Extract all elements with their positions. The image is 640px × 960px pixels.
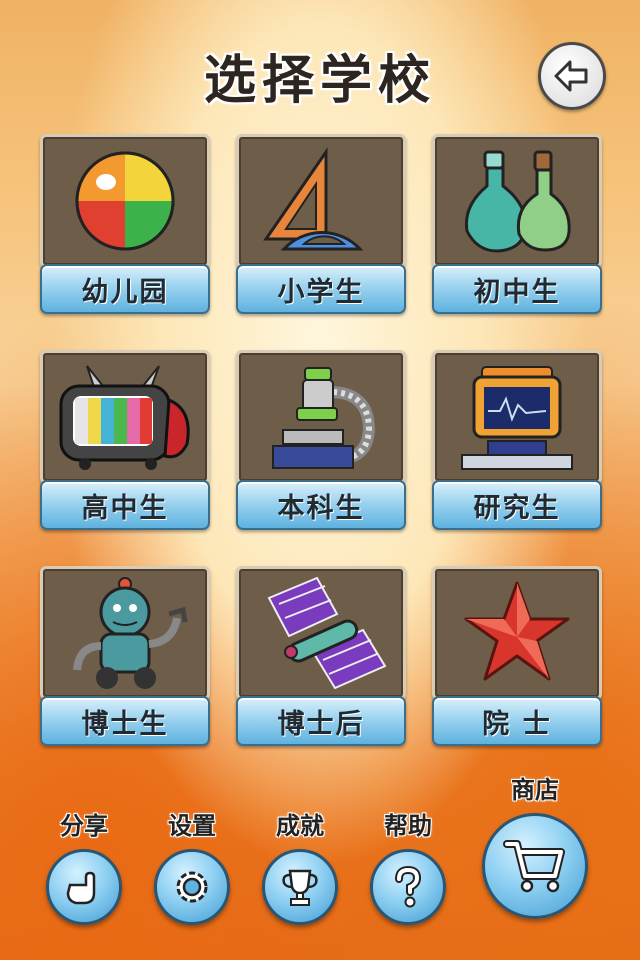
shopping-cart-icon xyxy=(503,840,565,893)
school-card-kindergarten[interactable]: 幼儿园 xyxy=(40,134,210,320)
senior-high-image xyxy=(40,350,210,484)
satellite-icon xyxy=(267,576,387,690)
shop-label: 商店 xyxy=(511,776,559,804)
school-label: 幼儿园 xyxy=(40,264,210,314)
undergraduate-image xyxy=(236,350,406,484)
computer-icon xyxy=(461,366,573,470)
school-card-senior-high[interactable]: 高中生 xyxy=(40,350,210,536)
shop-button[interactable] xyxy=(482,813,588,919)
junior-high-image xyxy=(432,134,602,268)
school-label: 院 士 xyxy=(432,696,602,746)
school-card-doctoral[interactable]: 博士生 xyxy=(40,566,210,752)
help-button[interactable] xyxy=(370,849,446,925)
achievements-label: 成就 xyxy=(276,812,324,840)
settings-label: 设置 xyxy=(168,812,216,840)
share-button[interactable] xyxy=(46,849,122,925)
school-card-undergraduate[interactable]: 本科生 xyxy=(236,350,406,536)
share-label: 分享 xyxy=(60,812,108,840)
school-card-primary[interactable]: 小学生 xyxy=(236,134,406,320)
school-label: 高中生 xyxy=(40,480,210,530)
school-card-junior-high[interactable]: 初中生 xyxy=(432,134,602,320)
television-icon xyxy=(59,364,190,470)
academician-image xyxy=(432,566,602,700)
red-star-icon xyxy=(464,581,570,681)
doctoral-image xyxy=(40,566,210,700)
school-card-graduate[interactable]: 研究生 xyxy=(432,350,602,536)
school-card-academician[interactable]: 院 士 xyxy=(432,566,602,752)
shop-item: 商店 xyxy=(480,770,590,919)
achievements-button[interactable] xyxy=(262,849,338,925)
back-arrow-icon xyxy=(554,60,588,92)
help-item: 帮助 xyxy=(368,806,448,925)
school-card-postdoc[interactable]: 博士后 xyxy=(236,566,406,752)
hand-pointer-icon xyxy=(66,871,96,905)
settings-button[interactable] xyxy=(154,849,230,925)
school-label: 小学生 xyxy=(236,264,406,314)
gear-icon xyxy=(176,871,208,903)
postdoc-image xyxy=(236,566,406,700)
primary-image xyxy=(236,134,406,268)
share-item: 分享 xyxy=(44,806,124,925)
kindergarten-image xyxy=(40,134,210,268)
microscope-icon xyxy=(272,366,376,469)
help-label: 帮助 xyxy=(384,812,432,840)
flasks-icon xyxy=(464,150,571,253)
question-mark-icon xyxy=(395,865,422,908)
back-button[interactable] xyxy=(538,42,606,110)
graduate-image xyxy=(432,350,602,484)
school-label: 本科生 xyxy=(236,480,406,530)
school-label: 初中生 xyxy=(432,264,602,314)
school-label: 博士后 xyxy=(236,696,406,746)
ruler-protractor-icon xyxy=(263,146,364,250)
school-label: 博士生 xyxy=(40,696,210,746)
robot-icon xyxy=(73,577,188,689)
achievements-item: 成就 xyxy=(260,806,340,925)
settings-item: 设置 xyxy=(152,806,232,925)
trophy-icon xyxy=(282,869,318,906)
school-label: 研究生 xyxy=(432,480,602,530)
beach-ball-icon xyxy=(75,151,175,251)
